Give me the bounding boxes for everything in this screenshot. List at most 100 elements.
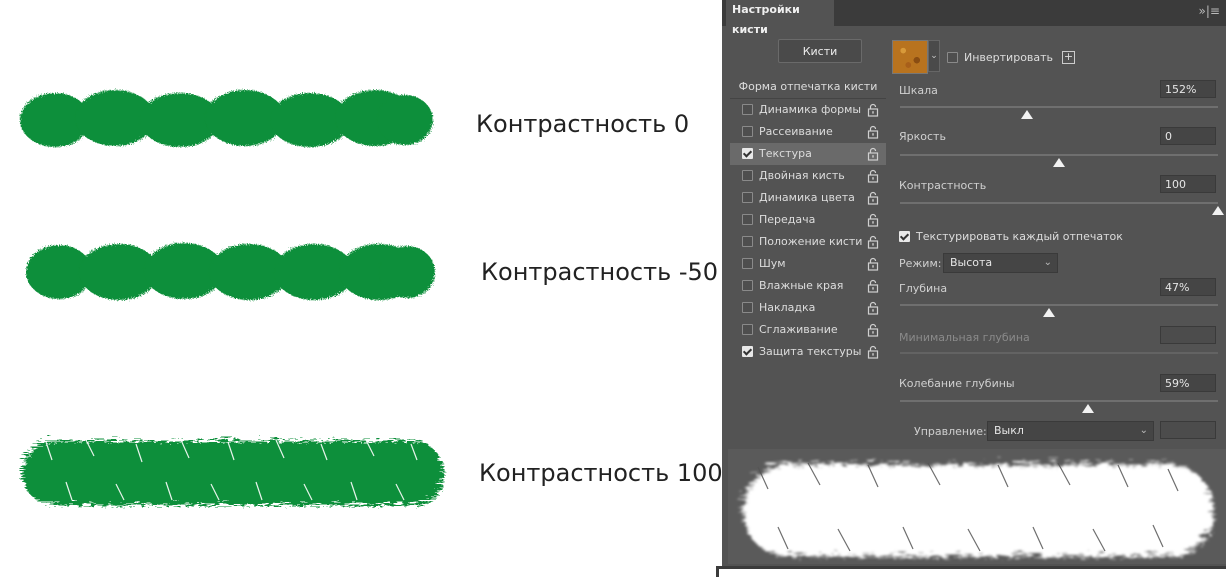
list-item-checkbox[interactable] bbox=[742, 257, 753, 269]
list-item-checkbox[interactable] bbox=[742, 235, 753, 247]
list-item-label: Текстура bbox=[759, 147, 812, 160]
brushes-button[interactable]: Кисти bbox=[778, 39, 862, 63]
mode-value: Высота bbox=[950, 256, 993, 269]
chevron-down-icon[interactable]: ⌄ bbox=[928, 40, 940, 72]
lock-icon[interactable] bbox=[866, 235, 880, 249]
panel-menu-icon[interactable]: »|≡ bbox=[1199, 4, 1220, 18]
list-item-checkbox[interactable] bbox=[742, 213, 753, 225]
brush-stroke-preview bbox=[728, 449, 1226, 564]
texture-each-tip-checkbox-box[interactable] bbox=[899, 230, 910, 242]
list-item-label: Передача bbox=[759, 213, 816, 226]
list-item[interactable]: Рассеивание bbox=[730, 121, 886, 143]
list-item[interactable]: Влажные края bbox=[730, 275, 886, 297]
lock-icon[interactable] bbox=[866, 125, 880, 139]
list-item-label: Шум bbox=[759, 257, 786, 270]
mode-label: Режим: bbox=[899, 257, 942, 270]
tab-brush-settings[interactable]: Настройки кисти bbox=[726, 0, 834, 36]
lock-icon[interactable] bbox=[866, 279, 880, 293]
list-item-checkbox[interactable] bbox=[742, 125, 753, 137]
list-item[interactable]: Динамика формы bbox=[730, 99, 886, 121]
list-item-checkbox[interactable] bbox=[742, 103, 753, 115]
brightness-slider-track[interactable] bbox=[900, 154, 1218, 156]
list-header-brush-tip-shape[interactable]: Форма отпечатка кисти bbox=[730, 76, 886, 99]
depth-jitter-label: Колебание глубины bbox=[899, 377, 1015, 390]
caption-contrast-100: Контрастность 100 bbox=[479, 459, 723, 487]
list-item[interactable]: Двойная кисть bbox=[730, 165, 886, 187]
control-extra-field bbox=[1160, 421, 1216, 439]
list-item[interactable]: Положение кисти bbox=[730, 231, 886, 253]
texture-each-tip-label: Текстурировать каждый отпечаток bbox=[916, 230, 1123, 243]
scale-slider-track[interactable] bbox=[900, 106, 1218, 108]
mode-dropdown[interactable]: Высота ⌄ bbox=[943, 253, 1058, 273]
list-item-label: Влажные края bbox=[759, 279, 844, 292]
new-preset-plus-icon[interactable]: + bbox=[1062, 51, 1075, 64]
scale-value[interactable]: 152% bbox=[1160, 80, 1216, 98]
stroke-contrast-100 bbox=[20, 438, 440, 502]
control-dropdown[interactable]: Выкл ⌄ bbox=[987, 421, 1154, 441]
contrast-label: Контрастность bbox=[899, 179, 987, 192]
list-item[interactable]: Накладка bbox=[730, 297, 886, 319]
scale-slider-thumb[interactable] bbox=[1021, 110, 1034, 119]
caption-contrast-minus-50: Контрастность -50 bbox=[481, 258, 719, 286]
min-depth-value bbox=[1160, 326, 1216, 344]
list-item[interactable]: Защита текстуры bbox=[730, 341, 886, 363]
list-item-checkbox[interactable] bbox=[742, 169, 753, 181]
list-item-label: Положение кисти bbox=[759, 235, 863, 248]
depth-slider-track[interactable] bbox=[900, 304, 1218, 306]
min-depth-label: Минимальная глубина bbox=[899, 331, 1030, 344]
brightness-slider-thumb[interactable] bbox=[1053, 158, 1065, 167]
list-item-label: Двойная кисть bbox=[759, 169, 845, 182]
list-item-checkbox[interactable] bbox=[742, 147, 753, 159]
list-item[interactable]: Сглаживание bbox=[730, 319, 886, 341]
contrast-slider-thumb[interactable] bbox=[1212, 206, 1224, 215]
invert-checkbox-box[interactable] bbox=[947, 51, 958, 63]
list-item-checkbox[interactable] bbox=[742, 279, 753, 291]
depth-slider-thumb[interactable] bbox=[1043, 308, 1056, 317]
list-item[interactable]: Динамика цвета bbox=[730, 187, 886, 209]
list-item[interactable]: Передача bbox=[730, 209, 886, 231]
caption-contrast-0: Контрастность 0 bbox=[476, 110, 690, 138]
chevron-down-icon: ⌄ bbox=[1139, 425, 1148, 436]
invert-label: Инвертировать bbox=[964, 51, 1054, 64]
brightness-value[interactable]: 0 bbox=[1160, 127, 1216, 145]
list-item-label: Сглаживание bbox=[759, 323, 838, 336]
texture-pattern-swatch[interactable] bbox=[892, 40, 928, 74]
list-item[interactable]: Шум bbox=[730, 253, 886, 275]
invert-checkbox[interactable]: Инвертировать bbox=[947, 51, 1053, 64]
list-item-checkbox[interactable] bbox=[742, 345, 753, 357]
list-item-checkbox[interactable] bbox=[742, 191, 753, 203]
list-item[interactable]: Текстура bbox=[730, 143, 886, 165]
min-depth-slider-track bbox=[900, 352, 1218, 354]
brush-options-list: Форма отпечатка кисти Динамика формы Расс… bbox=[730, 76, 886, 363]
texture-each-tip-checkbox[interactable]: Текстурировать каждый отпечаток bbox=[899, 230, 1123, 243]
chevron-down-icon: ⌄ bbox=[1043, 257, 1052, 268]
lock-icon[interactable] bbox=[866, 213, 880, 227]
list-item-label: Защита текстуры bbox=[759, 345, 862, 358]
list-item-label: Рассеивание bbox=[759, 125, 833, 138]
lock-icon[interactable] bbox=[866, 301, 880, 315]
lock-icon[interactable] bbox=[866, 323, 880, 337]
lock-icon[interactable] bbox=[866, 169, 880, 183]
control-value: Выкл bbox=[994, 424, 1024, 437]
lock-icon[interactable] bbox=[866, 103, 880, 117]
contrast-slider-track[interactable] bbox=[900, 202, 1218, 204]
lock-icon[interactable] bbox=[866, 257, 880, 271]
panel-bottom-edge bbox=[716, 566, 1226, 577]
lock-icon[interactable] bbox=[866, 147, 880, 161]
contrast-value[interactable]: 100 bbox=[1160, 175, 1216, 193]
depth-jitter-value[interactable]: 59% bbox=[1160, 374, 1216, 392]
brightness-label: Яркость bbox=[899, 130, 946, 143]
depth-jitter-slider-thumb[interactable] bbox=[1081, 404, 1094, 413]
scale-label: Шкала bbox=[899, 84, 938, 97]
list-item-label: Накладка bbox=[759, 301, 816, 314]
depth-value[interactable]: 47% bbox=[1160, 278, 1216, 296]
lock-icon[interactable] bbox=[866, 191, 880, 205]
lock-icon[interactable] bbox=[866, 345, 880, 359]
list-item-checkbox[interactable] bbox=[742, 301, 753, 313]
list-item-label: Динамика цвета bbox=[759, 191, 855, 204]
depth-jitter-slider-track[interactable] bbox=[900, 400, 1218, 402]
list-item-label: Динамика формы bbox=[759, 103, 862, 116]
stroke-contrast-minus-50 bbox=[26, 243, 435, 300]
list-item-checkbox[interactable] bbox=[742, 323, 753, 335]
control-label: Управление: bbox=[914, 425, 987, 438]
